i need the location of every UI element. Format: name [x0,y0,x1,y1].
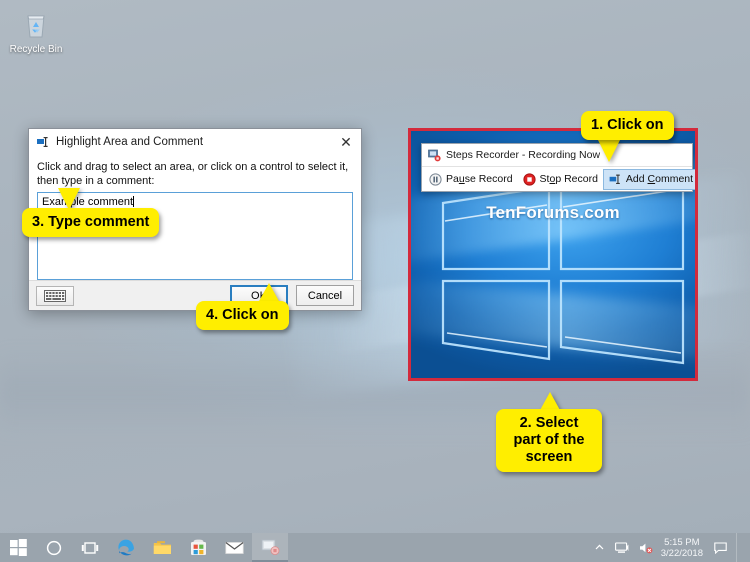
comment-input-value: Example comment [42,196,134,208]
stop-record-button[interactable]: Stop Record [518,169,603,190]
dialog-instruction: Click and drag to select an area, or cli… [37,161,349,187]
steps-recorder-window: Steps Recorder - Recording Now Pause Rec… [421,143,695,192]
microsoft-store-button[interactable] [180,533,216,562]
taskbar: 5:15 PM 3/22/2018 [0,533,750,562]
system-tray: 5:15 PM 3/22/2018 [589,533,750,562]
taskbar-clock[interactable]: 5:15 PM 3/22/2018 [661,537,703,559]
steps-recorder-toolbar: Pause Record Stop Record Add Comment [422,166,695,191]
show-hidden-icons-icon[interactable] [594,542,605,553]
recycle-bin-icon [27,15,45,38]
callout-tail-step1 [598,140,620,162]
add-comment-label: Add Comment [625,173,694,185]
recycle-bin-label: Recycle Bin [9,44,63,55]
edge-button[interactable] [108,533,144,562]
screen-selection-region[interactable]: TenForums.com Steps Recorder - Recording… [408,128,698,381]
text-caret [133,196,135,207]
network-icon[interactable] [614,541,629,554]
dialog-titlebar[interactable]: Highlight Area and Comment ✕ [29,129,361,155]
callout-step2-line1: 2. Select [519,415,579,431]
file-explorer-button[interactable] [144,533,180,562]
action-center-icon[interactable] [714,541,727,554]
volume-muted-icon[interactable] [639,542,653,554]
dialog-footer: OK Cancel [29,280,361,310]
steps-recorder-icon [261,539,279,555]
clock-date: 3/22/2018 [660,547,703,559]
onscreen-keyboard-icon [44,289,66,302]
dialog-title: Highlight Area and Comment [56,136,204,148]
task-view-icon [81,541,99,554]
start-button[interactable] [0,533,36,562]
steps-recorder-titlebar[interactable]: Steps Recorder - Recording Now [422,144,692,166]
onscreen-keyboard-button[interactable] [36,285,74,306]
cortana-search-button[interactable] [36,533,72,562]
stop-record-label: Stop Record [539,173,598,185]
cancel-button[interactable]: Cancel [296,285,354,306]
close-icon[interactable]: ✕ [331,129,361,155]
pause-record-label: Pause Record [446,173,513,185]
circle-icon [46,540,62,555]
clock-time: 5:15 PM [664,536,700,548]
highlight-comment-icon [37,137,48,147]
windows-logo-icon [9,539,27,556]
stop-icon [522,172,536,186]
mail-icon [224,541,244,554]
mail-button[interactable] [216,533,252,562]
show-desktop-button[interactable] [736,533,746,562]
callout-step3: 3. Type comment [22,208,160,237]
callout-step1: 1. Click on [581,111,674,140]
callout-step2-line2: part of the [513,432,585,448]
callout-step2-line3: screen [525,449,573,465]
callout-step2: 2. Select part of the screen [496,409,602,472]
steps-recorder-icon [428,149,441,161]
watermark-text: TenForums.com [486,203,620,222]
desktop-icon-recycle-bin[interactable]: Recycle Bin [6,8,66,56]
edge-icon [117,539,134,556]
pause-record-button[interactable]: Pause Record [424,169,518,190]
callout-tail-step4 [258,283,280,303]
callout-step4: 4. Click on [196,301,289,330]
steps-recorder-title: Steps Recorder - Recording Now [446,149,601,161]
folder-icon [153,540,171,554]
steps-recorder-button[interactable] [252,533,288,562]
add-comment-button[interactable]: Add Comment [602,168,695,190]
task-view-button[interactable] [72,533,108,562]
store-icon [190,539,206,555]
add-comment-icon [609,174,620,184]
pause-icon [429,172,442,186]
desktop-screen: Recycle Bin Highlight Area and Comment ✕… [0,0,750,562]
callout-tail-step3 [58,188,80,210]
